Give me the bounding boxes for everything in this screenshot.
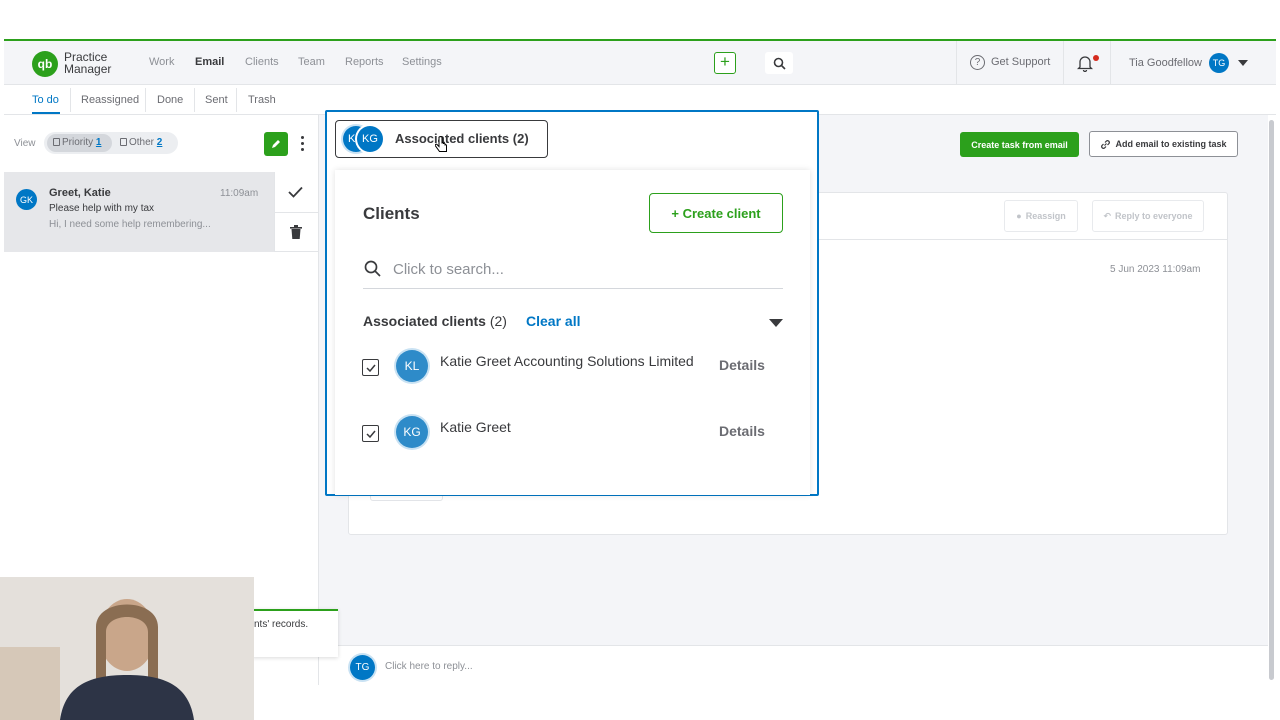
view-label: View <box>14 138 36 149</box>
checkmark-icon[interactable] <box>288 185 303 203</box>
other-label: Other <box>129 137 155 148</box>
person-icon: ● <box>1016 211 1022 221</box>
compose-button[interactable] <box>264 132 288 156</box>
inbox-icon <box>120 138 127 146</box>
quick-create-button[interactable]: + <box>714 52 736 74</box>
create-task-button[interactable]: Create task from email <box>960 132 1079 157</box>
nav-divider <box>1110 41 1111 85</box>
add-to-task-button[interactable]: Add email to existing task <box>1089 131 1238 157</box>
client-avatar-front: KG <box>357 126 383 152</box>
trash-icon[interactable] <box>290 225 302 244</box>
email-preview: Hi, I need some help remembering... <box>49 219 211 230</box>
quickbooks-logo: qb <box>32 51 58 77</box>
webcam-overlay <box>0 577 254 720</box>
hand-cursor-icon <box>434 136 449 159</box>
sender-avatar: GK <box>16 189 37 210</box>
clients-title: Clients <box>363 204 420 223</box>
actions-divider <box>275 212 318 213</box>
nav-work[interactable]: Work <box>149 56 174 68</box>
inbox-icon <box>53 138 60 146</box>
tab-trash[interactable]: Trash <box>248 94 276 106</box>
nav-team[interactable]: Team <box>298 56 325 68</box>
presenter-video <box>0 577 254 720</box>
reassign-button[interactable]: ● Reassign <box>1004 200 1078 232</box>
other-count: 2 <box>156 137 163 148</box>
nav-reports[interactable]: Reports <box>345 56 384 68</box>
reply-avatar: TG <box>350 655 375 680</box>
client-details-link[interactable]: Details <box>719 423 765 439</box>
client-name: Katie Greet Accounting Solutions Limited <box>440 353 694 369</box>
associated-clients-heading: Associated clients (2) <box>363 313 507 329</box>
client-search-input[interactable] <box>393 258 773 280</box>
help-icon[interactable]: ? <box>970 55 985 70</box>
tab-sent[interactable]: Sent <box>205 94 228 106</box>
search-icon <box>364 260 381 282</box>
search-icon[interactable] <box>765 52 793 74</box>
client-avatar: KG <box>396 416 428 448</box>
email-subject: Please help with my tax <box>49 203 155 214</box>
reply-all-label: Reply to everyone <box>1115 211 1193 221</box>
tab-divider <box>70 88 71 112</box>
client-checkbox[interactable] <box>362 425 379 442</box>
email-sender: Greet, Katie <box>49 187 111 199</box>
tab-to-do[interactable]: To do <box>32 94 59 106</box>
priority-toggle[interactable]: Priority 1 <box>53 137 101 148</box>
nav-email[interactable]: Email <box>195 56 224 68</box>
notification-dot <box>1093 55 1099 61</box>
clear-all-link[interactable]: Clear all <box>526 313 580 329</box>
reply-all-button[interactable]: ↶ Reply to everyone <box>1092 200 1204 232</box>
user-avatar[interactable]: TG <box>1209 53 1229 73</box>
more-options-icon[interactable] <box>301 136 305 154</box>
nav-clients[interactable]: Clients <box>245 56 279 68</box>
email-date: 5 Jun 2023 11:09am <box>1110 264 1201 275</box>
app-name: Practice Manager <box>64 50 112 76</box>
tab-done[interactable]: Done <box>157 94 183 106</box>
user-name[interactable]: Tia Goodfellow <box>1129 57 1202 69</box>
get-support-link[interactable]: Get Support <box>991 56 1050 68</box>
nav-settings[interactable]: Settings <box>402 56 442 68</box>
reassign-label: Reassign <box>1025 211 1066 221</box>
reply-all-icon: ↶ <box>1103 210 1111 221</box>
client-avatar: KL <box>396 350 428 382</box>
tab-divider <box>145 88 146 112</box>
add-to-task-label: Add email to existing task <box>1115 139 1227 149</box>
email-time: 11:09am <box>220 188 259 199</box>
pencil-icon <box>272 140 280 148</box>
chevron-down-icon[interactable] <box>1238 60 1248 66</box>
tab-divider <box>194 88 195 112</box>
reply-input[interactable]: Click here to reply... <box>385 661 473 672</box>
checkmark-icon <box>365 430 376 438</box>
nav-divider <box>1063 41 1064 85</box>
other-toggle[interactable]: Other 2 <box>120 137 162 148</box>
associated-clients-heading-text: Associated clients <box>363 313 486 329</box>
toast-message: nts' records. <box>254 619 309 630</box>
nav-divider <box>956 41 957 85</box>
associated-clients-label: Associated clients (2) <box>395 131 529 146</box>
link-icon <box>1101 139 1111 149</box>
scrollbar-thumb[interactable] <box>1269 120 1274 680</box>
tab-divider <box>236 88 237 112</box>
client-details-link[interactable]: Details <box>719 357 765 373</box>
client-checkbox[interactable] <box>362 359 379 376</box>
create-client-button[interactable]: + Create client <box>649 193 783 233</box>
checkmark-icon <box>365 364 376 372</box>
priority-count: 1 <box>95 137 102 148</box>
bell-icon[interactable] <box>1076 54 1094 77</box>
priority-label: Priority <box>62 137 94 148</box>
associated-clients-count: (2) <box>489 313 507 329</box>
tab-reassigned[interactable]: Reassigned <box>81 94 139 106</box>
collapse-triangle-icon[interactable] <box>769 319 783 327</box>
client-name: Katie Greet <box>440 419 511 435</box>
toast-notification <box>252 609 338 657</box>
